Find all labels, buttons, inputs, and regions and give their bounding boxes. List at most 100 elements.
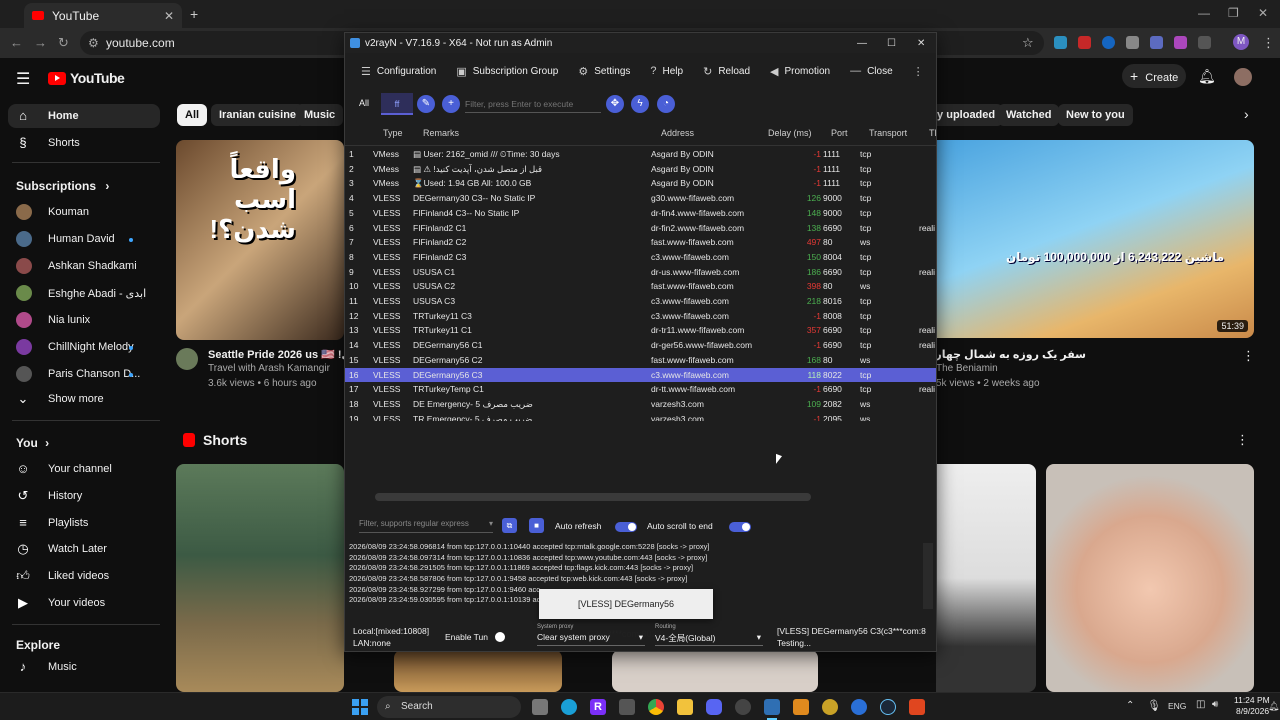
server-row[interactable]: 13 VLESS TRTurkey11 C1 dr-tr11.www-fifaweb.… — [345, 323, 936, 338]
extension-icon[interactable] — [1102, 36, 1115, 49]
notifications-bell-icon[interactable]: 🔔︎ — [1198, 68, 1216, 85]
subscription-item[interactable]: Paris Chanson D... — [16, 366, 140, 382]
more-options-icon[interactable]: ⋮ — [1242, 348, 1255, 364]
menu-help[interactable]: ? Help — [640, 65, 693, 77]
taskbar-search[interactable]: ⌕ Search — [377, 696, 521, 718]
tray-chevron-icon[interactable]: ⌃ — [1126, 700, 1134, 711]
maximize-icon[interactable]: ☐ — [887, 38, 896, 49]
menu-configuration[interactable]: ☰ Configuration — [345, 65, 446, 78]
server-row[interactable]: 7 VLESS FIFinland2 C2 fast.www-fifaweb.com 4… — [345, 235, 936, 250]
subscription-item[interactable]: Nia lunix — [16, 312, 90, 328]
reload-icon[interactable]: ↻ — [58, 35, 69, 51]
app-icon[interactable] — [909, 699, 925, 715]
discord-icon[interactable] — [706, 699, 722, 715]
copy-icon[interactable]: ⧉ — [502, 518, 517, 533]
minimize-icon[interactable]: — — [1198, 6, 1210, 20]
column-header-type[interactable]: Type — [383, 121, 403, 145]
new-tab-button[interactable]: + — [190, 6, 198, 22]
add-icon[interactable]: + — [442, 95, 460, 113]
menu-subscription-group[interactable]: ▣ Subscription Group — [446, 65, 568, 78]
subscriptions-heading[interactable]: Subscriptions › — [16, 179, 109, 193]
enable-tun-toggle[interactable] — [495, 632, 505, 642]
server-row-selected[interactable]: 16 VLESS DEGermany56 C3 c3.www-fifaweb.com 1… — [345, 367, 936, 383]
short-thumbnail[interactable] — [612, 650, 818, 692]
video-title[interactable]: Seattle Pride 2026 us 🇺🇸 !بیتی — [208, 348, 344, 361]
short-thumbnail[interactable] — [936, 464, 1036, 692]
column-header-delay[interactable]: Delay (ms) — [768, 121, 812, 145]
subscription-item[interactable]: Kouman — [16, 204, 89, 220]
create-button[interactable]: + Create — [1122, 64, 1186, 88]
bookmark-star-icon[interactable]: ☆ — [1022, 35, 1034, 51]
server-row[interactable]: 9 VLESS USUSA C1 dr-us.www-fifaweb.com 186 66… — [345, 265, 936, 280]
column-header-tls[interactable]: TL — [929, 121, 936, 145]
server-row[interactable]: 8 VLESS FIFinland2 C3 c3.www-fifaweb.com 150… — [345, 250, 936, 265]
forward-icon[interactable]: → — [34, 35, 47, 50]
video-channel[interactable]: The Beniamin — [936, 363, 998, 374]
edge-icon[interactable] — [561, 699, 577, 715]
chips-next-icon[interactable]: › — [1244, 106, 1249, 122]
column-header-port[interactable]: Port — [831, 121, 848, 145]
subscription-item[interactable]: ChillNight Melody — [16, 339, 134, 355]
file-explorer-icon[interactable] — [677, 699, 693, 715]
hamburger-menu-icon[interactable]: ☰ — [16, 69, 30, 89]
extension-icon[interactable] — [1126, 36, 1139, 49]
auto-scroll-toggle[interactable] — [729, 522, 751, 532]
tab-youtube[interactable]: YouTube ✕ — [24, 3, 182, 28]
column-header-transport[interactable]: Transport — [869, 121, 907, 145]
maximize-icon[interactable]: ❐ — [1228, 6, 1239, 20]
menu-more-icon[interactable]: ⋮ — [903, 65, 934, 78]
steam-icon[interactable] — [880, 699, 896, 715]
language-indicator[interactable]: ENG — [1168, 701, 1186, 711]
extension-icon[interactable] — [1150, 36, 1163, 49]
server-row[interactable]: 10 VLESS USUSA C2 fast.www-fifaweb.com 398 80… — [345, 279, 936, 294]
video-channel[interactable]: Travel with Arash Kamangir — [208, 363, 330, 374]
subscription-item[interactable]: Eshghe Abadi - ابدی — [16, 285, 146, 301]
menu-close[interactable]: — Close — [840, 65, 903, 77]
server-row[interactable]: 18 VLESS DE Emergency- 5 ضریب مصرف varzesh3… — [345, 397, 936, 412]
extension-icon[interactable] — [1174, 36, 1187, 49]
short-thumbnail[interactable] — [394, 650, 562, 692]
server-row[interactable]: 2 VMess ▤ ⚠ !قبل از متصل شدن، آپدیت کنید As… — [345, 162, 936, 177]
profile-avatar[interactable]: M — [1233, 34, 1249, 50]
gauge-icon[interactable]: ◔ — [657, 95, 675, 113]
video-thumbnail[interactable]: ماشین 6,243,222 از 100,000,000 تومان 51:… — [936, 140, 1254, 338]
server-row[interactable]: 4 VLESS DEGermany30 C3-- No Static IP g30.w… — [345, 191, 936, 206]
subscription-item[interactable]: Ashkan Shadkami — [16, 258, 137, 274]
start-windows-icon[interactable] — [352, 699, 368, 715]
short-thumbnail[interactable] — [1046, 464, 1254, 692]
extensions-puzzle-icon[interactable] — [1198, 36, 1211, 49]
browser-menu-icon[interactable]: ⋮ — [1262, 35, 1275, 51]
move-icon[interactable]: ✥ — [606, 95, 624, 113]
volume-icon[interactable]: 🔊︎ — [1212, 699, 1218, 710]
server-row[interactable]: 1 VMess ▤ User: 2162_omid /// ⏲Time: 30 da… — [345, 147, 936, 162]
horizontal-scrollbar[interactable] — [375, 493, 811, 501]
sidebar-item-liked-videos[interactable]: 👍︎ Liked videos — [16, 566, 109, 586]
sidebar-item-your-channel[interactable]: ☺ Your channel — [16, 459, 111, 479]
app-icon[interactable] — [822, 699, 838, 715]
edit-icon[interactable]: ✎ — [417, 95, 435, 113]
extension-icon[interactable] — [1054, 36, 1067, 49]
menu-reload[interactable]: ↻ Reload — [693, 65, 760, 78]
sidebar-item-playlists[interactable]: ≡ Playlists — [16, 513, 88, 533]
extension-icon[interactable] — [1078, 36, 1091, 49]
sidebar-item-watch-later[interactable]: ◷ Watch Later — [16, 539, 107, 559]
server-row[interactable]: 11 VLESS USUSA C3 c3.www-fifaweb.com 218 8016… — [345, 294, 936, 309]
short-thumbnail[interactable] — [176, 464, 344, 692]
v2rayn-taskbar-icon[interactable] — [764, 699, 780, 715]
server-row[interactable]: 3 VMess ⌛Used: 1.94 GB All: 100.0 GB Asgard… — [345, 176, 936, 191]
task-view-icon[interactable] — [532, 699, 548, 715]
server-filter-input[interactable] — [465, 95, 601, 113]
clear-log-icon[interactable]: ■ — [529, 518, 544, 533]
show-more-button[interactable]: ⌄ Show more — [16, 389, 104, 409]
sidebar-item-history[interactable]: ↺ History — [16, 486, 83, 506]
chip-recently-uploaded[interactable]: ly uploaded — [926, 104, 1004, 126]
subscription-item[interactable]: Human David — [16, 231, 115, 247]
menu-settings[interactable]: ⚙ Settings — [568, 65, 640, 78]
server-row[interactable]: 5 VLESS FIFinland4 C3-- No Static IP dr-fin… — [345, 206, 936, 221]
you-heading[interactable]: You › — [16, 436, 49, 450]
group-tab-all[interactable]: All — [359, 98, 369, 108]
youtube-logo[interactable]: YouTube — [48, 70, 125, 86]
close-window-icon[interactable]: ✕ — [917, 38, 925, 49]
minimize-icon[interactable]: — — [857, 38, 867, 49]
sidebar-item-your-videos[interactable]: ▶ Your videos — [16, 593, 105, 613]
